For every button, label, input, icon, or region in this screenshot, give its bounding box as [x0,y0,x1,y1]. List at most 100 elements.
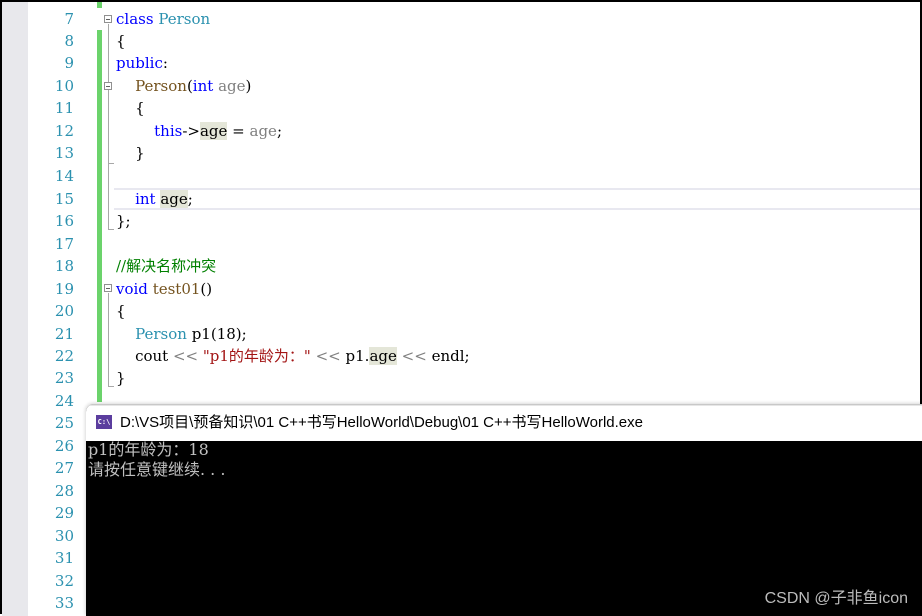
fold-guide-end [108,229,114,230]
member-highlight: age [160,190,188,208]
console-output-line: p1的年龄为：18 [88,440,209,459]
code-line-18[interactable]: //解决名称冲突 [116,255,216,277]
comment: //解决名称冲突 [116,257,217,275]
keyword: int [192,77,214,95]
line-number: 9 [64,54,74,72]
change-indicator [97,30,102,234]
line-number: 22 [54,347,74,365]
line-number: 24 [54,392,74,410]
operator: << [310,347,346,365]
change-indicator [97,2,102,8]
code-line-20[interactable]: { [116,300,126,322]
line-number: 33 [54,594,74,612]
class-name: Person [158,10,211,28]
punct: ) [245,77,252,95]
brace: { [135,99,145,117]
brace: { [116,32,126,50]
member-highlight: age [369,347,397,365]
parameter: age [218,77,246,95]
line-number: 29 [54,504,74,522]
console-title: D:\VS项目\预备知识\01 C++书写HelloWorld\Debug\01… [120,414,643,431]
code-line-19[interactable]: void test01() [116,278,212,300]
code-line-23[interactable]: } [116,367,126,389]
code-line-10[interactable]: Person(int age) [116,75,251,97]
line-number: 15 [54,190,74,208]
line-number: 27 [54,459,74,477]
brace: } [135,144,145,162]
line-number: 21 [54,325,74,343]
collapse-class-icon[interactable] [104,15,112,23]
collapse-function-icon[interactable] [104,284,112,292]
identifier: cout [135,347,169,365]
change-indicator [97,234,102,402]
console-window[interactable]: C:\ D:\VS项目\预备知识\01 C++书写HelloWorld\Debu… [86,404,922,616]
current-line-highlight [114,188,922,210]
fold-guide [108,293,109,386]
keyword: class [116,10,154,28]
line-number: 8 [64,32,74,50]
keyword: this [154,122,183,140]
class-name: Person [135,325,187,343]
operator: << [168,347,203,365]
code-line-21[interactable]: Person p1(18); [116,323,247,345]
line-number: 12 [54,122,74,140]
function-name: test01 [152,280,201,298]
line-number: 26 [54,437,74,455]
line-number: 32 [54,572,74,590]
fold-guide-end [108,163,114,164]
line-number: 7 [64,10,74,28]
fold-guide-end [108,386,114,387]
line-number: 20 [54,302,74,320]
brace: }; [116,212,131,230]
punct: ; [464,347,470,365]
keyword: int [135,190,156,208]
line-number: 16 [54,212,74,230]
collapse-constructor-icon[interactable] [104,82,112,90]
code-line-7[interactable]: class Person [116,8,210,30]
console-titlebar[interactable]: C:\ D:\VS项目\预备知识\01 C++书写HelloWorld\Debu… [86,404,922,441]
punct: () [200,280,213,298]
fold-guide [108,24,109,230]
watermark: CSDN @子非鱼icon [764,590,908,607]
code-line-22[interactable]: cout << "p1的年龄为：" << p1.age << endl; [116,345,470,367]
line-number: 25 [54,414,74,432]
line-number: 30 [54,527,74,545]
line-number: 11 [54,99,74,117]
line-number: 18 [54,257,74,275]
line-number: 28 [54,482,74,500]
console-app-icon: C:\ [96,415,112,429]
line-number: 17 [54,235,74,253]
keyword: public [116,54,163,72]
member-highlight: age [199,122,228,140]
constructor-name: Person [135,77,187,95]
operator: << [396,347,432,365]
code-line-15[interactable]: int age; [116,188,193,210]
brace: } [116,369,126,387]
punct: ; [276,122,282,140]
console-output-line: 请按任意键继续. . . [88,460,226,479]
operator: = [227,122,250,140]
line-number: 31 [54,549,74,567]
operator: -> [182,122,200,140]
indicator-margin [2,2,29,616]
identifier: endl [431,347,465,365]
code-line-11[interactable]: { [116,97,145,119]
line-number: 23 [54,369,74,387]
line-number: 19 [54,280,74,298]
punct: ; [187,190,193,208]
code-line-12[interactable]: this->age = age; [116,120,282,142]
keyword: void [116,280,148,298]
code-line-16[interactable]: }; [116,210,131,232]
line-number: 10 [54,77,74,95]
parameter: age [249,122,277,140]
code-line-13[interactable]: } [116,142,145,164]
string-literal: "p1的年龄为：" [202,347,311,365]
code-line-9[interactable]: public: [116,52,168,74]
brace: { [116,302,126,320]
line-number: 14 [54,167,74,185]
code-text: p1(18); [186,325,247,343]
identifier: p1. [345,347,370,365]
code-line-8[interactable]: { [116,30,126,52]
punct: : [162,54,168,72]
line-number: 13 [54,144,74,162]
